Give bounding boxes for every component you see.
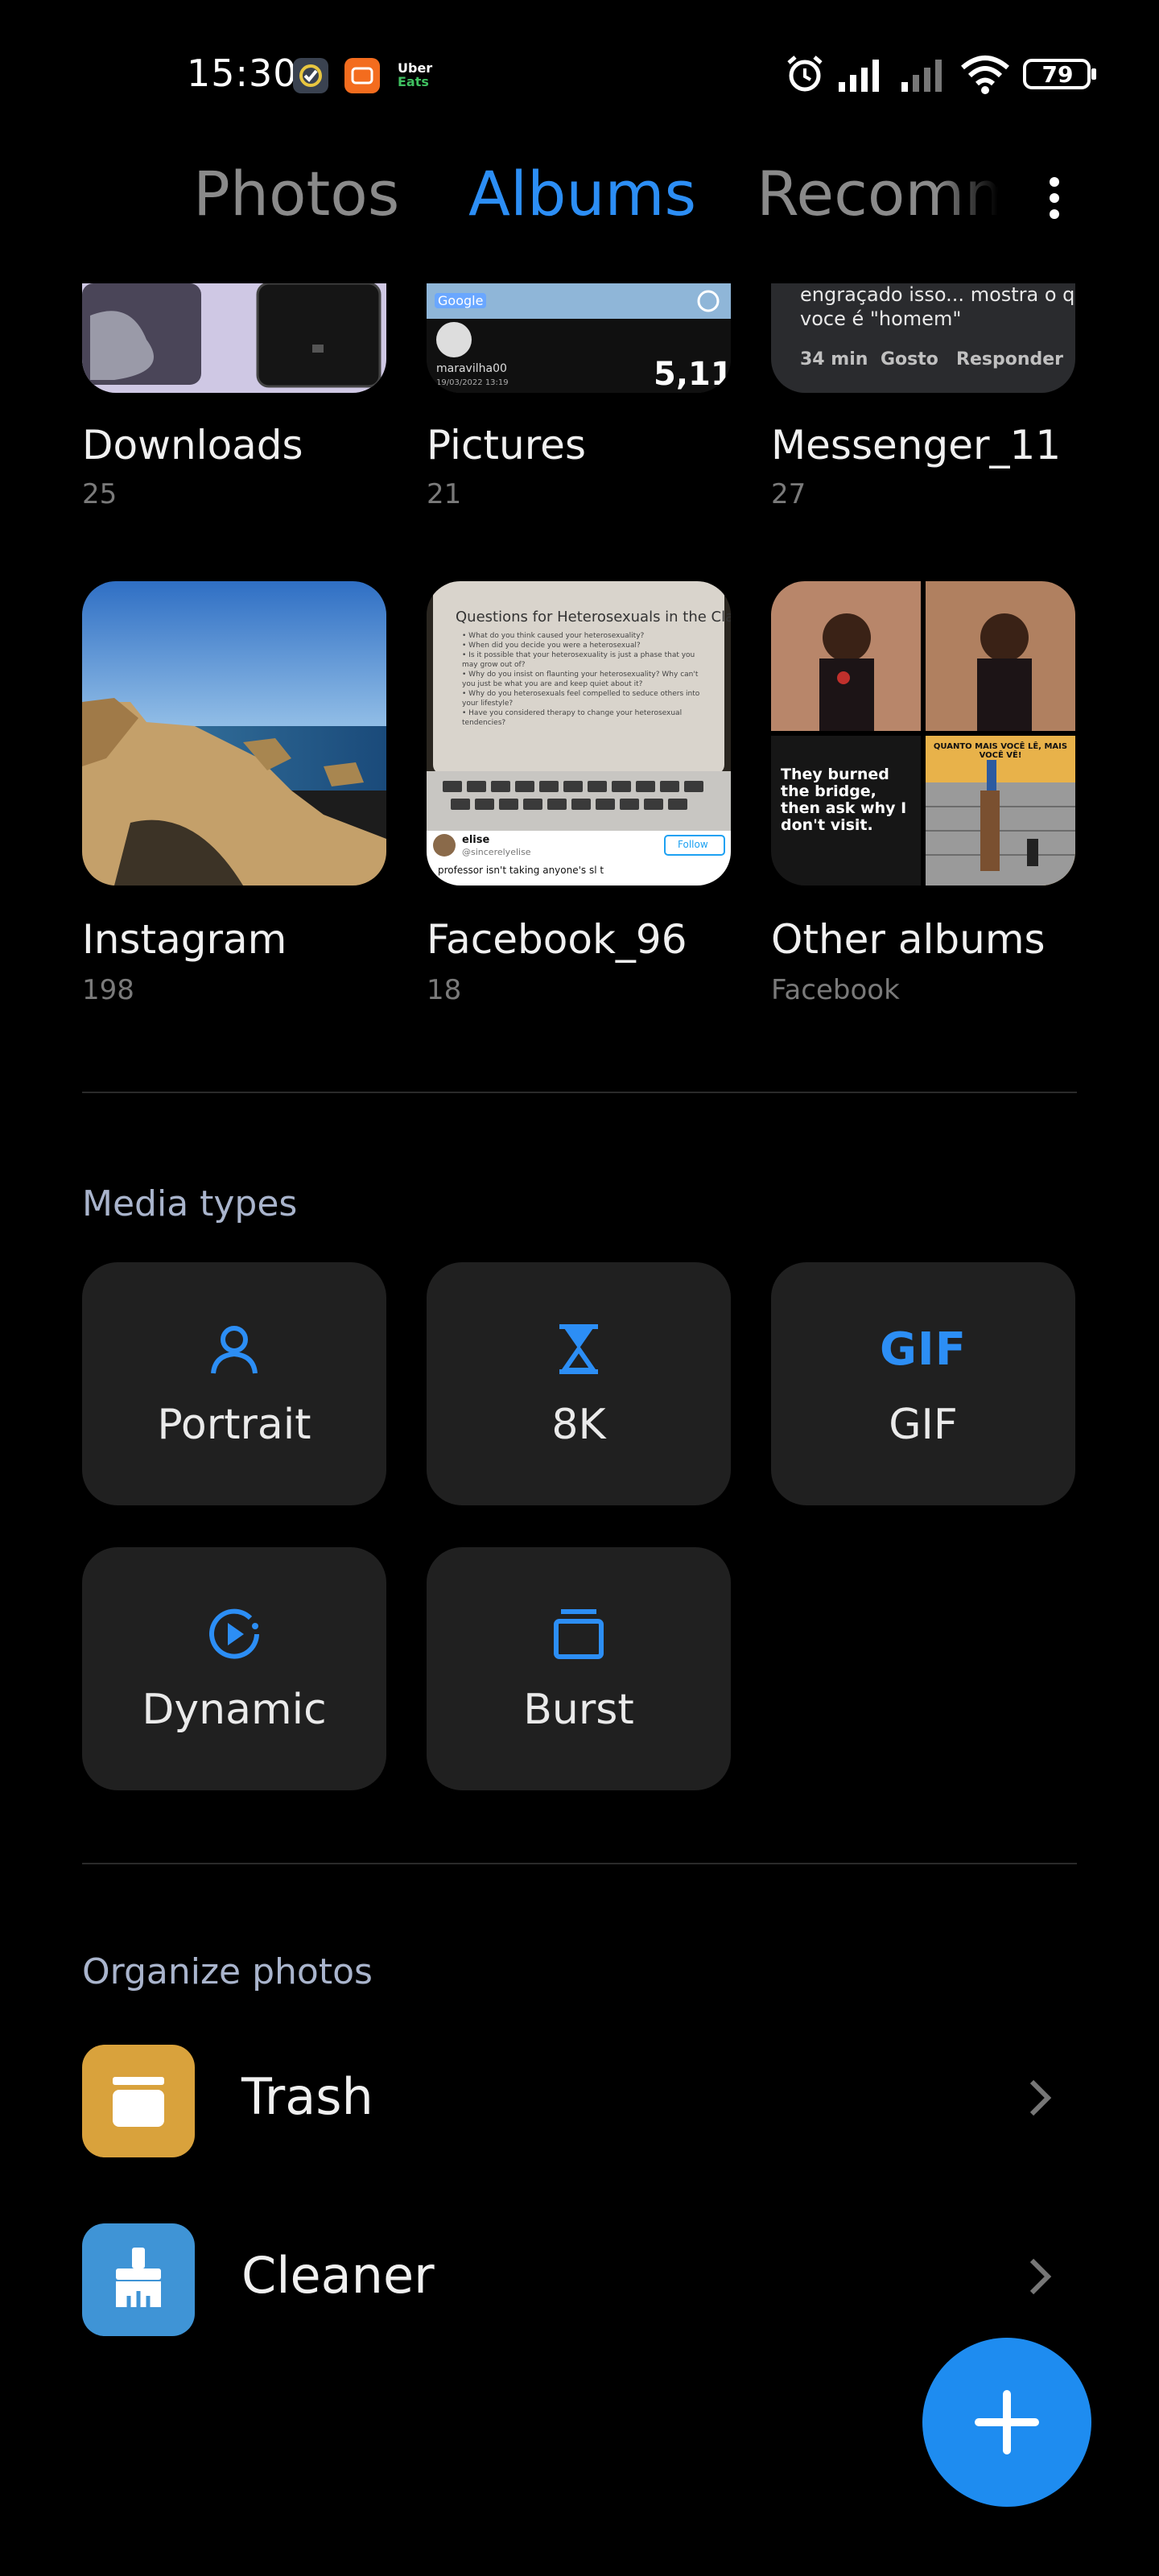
messenger-thumb-time: 34 min — [800, 349, 868, 369]
other-thumb-meme-text: They burned the bridge, then ask why I d… — [781, 766, 907, 834]
gif-icon: GIF — [771, 1320, 1075, 1378]
album-title-pictures[interactable]: Pictures — [427, 422, 586, 469]
tasks-app-icon — [293, 58, 328, 93]
album-thumb-messenger[interactable]: engraçado isso... mostra o qua voce é "h… — [771, 283, 1075, 393]
album-count-pictures: 21 — [427, 478, 462, 510]
fb-thumb-q4: • Why do you insist on flaunting your he… — [462, 671, 699, 688]
organize-row-trash[interactable]: Trash — [0, 2029, 1159, 2174]
portrait-icon — [82, 1320, 386, 1378]
album-count-instagram: 198 — [82, 974, 134, 1006]
album-thumb-other[interactable]: They burned the bridge, then ask why I d… — [771, 581, 1075, 886]
messenger-thumb-like: Gosto — [881, 349, 938, 369]
fb-thumb-q6: • Have you considered therapy to change … — [462, 709, 683, 727]
fb-thumb-follow: Follow — [678, 839, 708, 850]
album-thumb-facebook96[interactable]: Questions for Heterosexuals in the Class… — [427, 581, 731, 886]
plus-icon — [975, 2390, 1039, 2454]
uber-line-1: Uber — [398, 60, 433, 76]
album-thumb-instagram[interactable] — [82, 581, 386, 886]
hourglass-icon — [427, 1320, 731, 1378]
media-label-gif: GIF — [889, 1401, 958, 1449]
signal-icon-1 — [837, 52, 889, 100]
status-time: 15:30 — [187, 52, 298, 95]
broom-icon — [82, 2223, 195, 2336]
media-tile-portrait[interactable]: Portrait — [82, 1262, 386, 1505]
media-label-burst: Burst — [523, 1686, 634, 1734]
media-tile-8k[interactable]: 8K — [427, 1262, 731, 1505]
fb-thumb-q2: • When did you decide you were a heteros… — [462, 642, 641, 650]
album-title-other[interactable]: Other albums — [771, 916, 1046, 963]
add-album-button[interactable] — [922, 2338, 1091, 2507]
album-title-downloads[interactable]: Downloads — [82, 422, 303, 469]
fb-thumb-q1: • What do you think caused your heterose… — [462, 632, 645, 640]
section-divider-2 — [82, 1863, 1077, 1864]
more-options-icon[interactable] — [1038, 167, 1070, 229]
media-label-8k: 8K — [551, 1401, 606, 1449]
wifi-icon — [959, 52, 1011, 100]
organize-label-cleaner: Cleaner — [241, 2246, 435, 2305]
messenger-thumb-line2: voce é "homem" — [800, 308, 962, 330]
fb-thumb-q3: • Is it possible that your heterosexuali… — [462, 651, 695, 669]
album-thumb-pictures[interactable]: Google maravilha00 19/03/2022 13:19 5,11 — [427, 283, 731, 393]
messenger-thumb-reply: Responder — [956, 349, 1063, 369]
mi-app-icon — [344, 58, 380, 93]
album-thumb-downloads[interactable] — [82, 283, 386, 393]
organize-label-trash: Trash — [241, 2067, 373, 2126]
uber-line-2: Eats — [398, 74, 429, 89]
album-subtitle-other: Facebook — [771, 974, 900, 1006]
battery-level: 79 — [1041, 61, 1074, 88]
fb-thumb-handle: @sincerelyelise — [462, 847, 531, 857]
fb-thumb-caption: professor isn't taking anyone's sl t — [438, 865, 604, 876]
album-count-facebook96: 18 — [427, 974, 462, 1006]
fb-thumb-heading: Questions for Heterosexuals in the Class — [456, 609, 731, 625]
organize-title: Organize photos — [82, 1951, 373, 1992]
tab-albums[interactable]: Albums — [468, 158, 696, 229]
pictures-thumb-date: 19/03/2022 13:19 — [436, 378, 509, 387]
dynamic-play-icon — [82, 1605, 386, 1663]
alarm-icon — [782, 52, 827, 100]
uber-eats-icon: Uber Eats — [398, 61, 432, 89]
fb-thumb-q5: • Why do you heterosexuals feel compelle… — [462, 690, 700, 708]
media-types-title: Media types — [82, 1183, 298, 1224]
messenger-thumb-line1: engraçado isso... mostra o qua — [800, 283, 1075, 306]
pictures-thumb-google: Google — [435, 293, 487, 308]
chevron-right-icon — [1024, 2074, 1056, 2122]
trash-icon — [82, 2045, 195, 2157]
pictures-thumb-user: maravilha00 — [436, 362, 507, 375]
tab-photos[interactable]: Photos — [193, 158, 399, 229]
media-label-dynamic: Dynamic — [142, 1686, 327, 1734]
album-title-messenger[interactable]: Messenger_11 — [771, 422, 1061, 469]
section-divider — [82, 1092, 1077, 1093]
media-tile-burst[interactable]: Burst — [427, 1547, 731, 1790]
tab-recommended[interactable]: Recomm — [757, 158, 998, 229]
media-label-portrait: Portrait — [157, 1401, 311, 1449]
pictures-thumb-value: 5,11 — [654, 356, 731, 393]
gif-icon-text: GIF — [879, 1323, 967, 1376]
organize-row-cleaner[interactable]: Cleaner — [0, 2207, 1159, 2352]
media-tile-dynamic[interactable]: Dynamic — [82, 1547, 386, 1790]
album-count-downloads: 25 — [82, 478, 118, 510]
chevron-right-icon — [1024, 2252, 1056, 2301]
album-count-messenger: 27 — [771, 478, 806, 510]
burst-icon — [427, 1605, 731, 1663]
signal-icon-2 — [900, 52, 951, 100]
other-thumb-meme2-text: QUANTO MAIS VOCÊ LÊ, MAIS VOCÊ VÊ! — [933, 742, 1068, 760]
media-tile-gif[interactable]: GIF GIF — [771, 1262, 1075, 1505]
fb-thumb-questions: • What do you think caused your heterose… — [462, 631, 700, 728]
fb-thumb-user: elise — [462, 834, 490, 846]
album-title-instagram[interactable]: Instagram — [82, 916, 287, 963]
album-title-facebook96[interactable]: Facebook_96 — [427, 916, 687, 963]
